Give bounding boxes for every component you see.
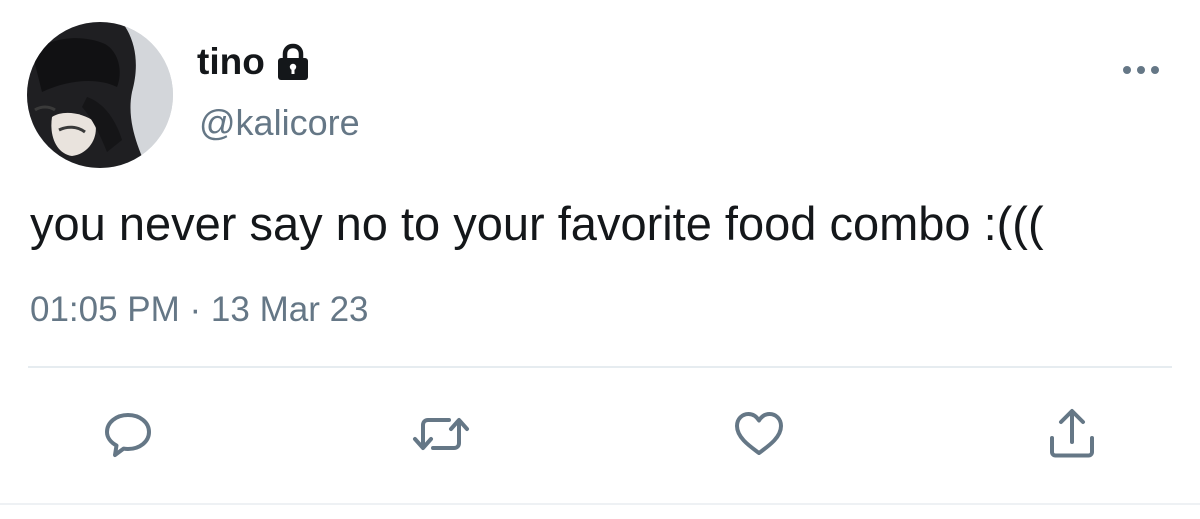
tweet-timestamp[interactable]: 01:05 PM · 13 Mar 23 xyxy=(30,288,369,332)
display-name[interactable]: tino xyxy=(197,40,265,84)
tweet-text: you never say no to your favorite food c… xyxy=(30,197,1044,250)
more-options-button[interactable] xyxy=(1118,55,1164,85)
bottom-divider xyxy=(0,503,1200,505)
author-row: tino xyxy=(197,40,311,84)
user-handle[interactable]: @kalicore xyxy=(199,101,360,145)
like-button[interactable] xyxy=(729,404,789,464)
more-dots-icon xyxy=(1123,66,1159,74)
retweet-button[interactable] xyxy=(411,404,471,464)
reply-icon xyxy=(105,413,151,457)
lock-icon xyxy=(275,42,311,82)
heart-icon xyxy=(735,412,783,455)
share-icon xyxy=(1050,409,1094,458)
share-button[interactable] xyxy=(1042,404,1102,464)
tweet-card: tino @kalicore you never say no to your … xyxy=(0,0,1200,519)
divider xyxy=(28,366,1172,368)
retweet-icon xyxy=(413,418,469,450)
avatar-image xyxy=(27,22,173,168)
avatar[interactable] xyxy=(27,22,173,168)
reply-button[interactable] xyxy=(98,404,158,464)
